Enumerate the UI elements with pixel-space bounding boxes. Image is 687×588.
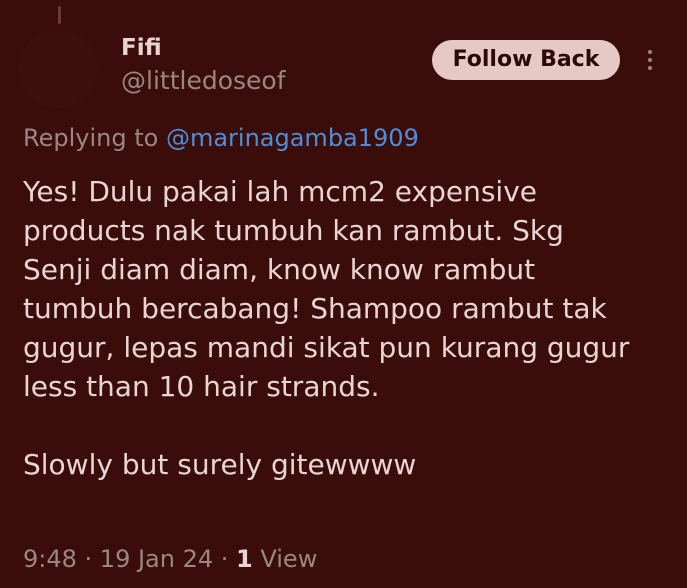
meta-separator: ·: [76, 545, 100, 573]
views-label: View: [252, 545, 318, 573]
tweet-line: gugur, lepas mandi sikat pun kurang gugu…: [23, 331, 630, 364]
tweet-line: Slowly but surely gitewwww: [23, 448, 417, 481]
replying-to: Replying to @marinagamba1909: [23, 122, 419, 154]
tweet-time[interactable]: 9:48: [23, 545, 77, 573]
tweet-line: products nak tumbuh kan rambut. Skg: [23, 214, 564, 247]
avatar[interactable]: [19, 30, 97, 108]
more-dot: [648, 58, 652, 62]
mention-link[interactable]: @marinagamba1909: [166, 124, 419, 152]
meta-separator: ·: [213, 545, 237, 573]
author-name[interactable]: Fifi: [121, 34, 162, 62]
tweet-meta: 9:48 · 19 Jan 24 · 1 View: [23, 543, 317, 575]
more-dot: [648, 50, 652, 54]
tweet-line: less than 10 hair strands.: [23, 370, 380, 403]
tweet-line: Senji diam diam, know know rambut: [23, 253, 536, 286]
more-vertical-icon[interactable]: [641, 47, 659, 73]
tweet-line: tumbuh bercabang! Shampoo rambut tak: [23, 292, 607, 325]
replying-prefix: Replying to: [23, 124, 159, 152]
follow-back-button[interactable]: Follow Back: [432, 40, 620, 80]
tweet-line: Yes! Dulu pakai lah mcm2 expensive: [23, 175, 538, 208]
author-handle[interactable]: @littledoseof: [121, 66, 286, 96]
views-count: 1: [236, 545, 253, 573]
tweet-date[interactable]: 19 Jan 24: [100, 545, 213, 573]
more-dot: [648, 66, 652, 70]
tweet-text: Yes! Dulu pakai lah mcm2 expensive produ…: [23, 172, 673, 484]
thread-connector-line: [58, 6, 61, 24]
